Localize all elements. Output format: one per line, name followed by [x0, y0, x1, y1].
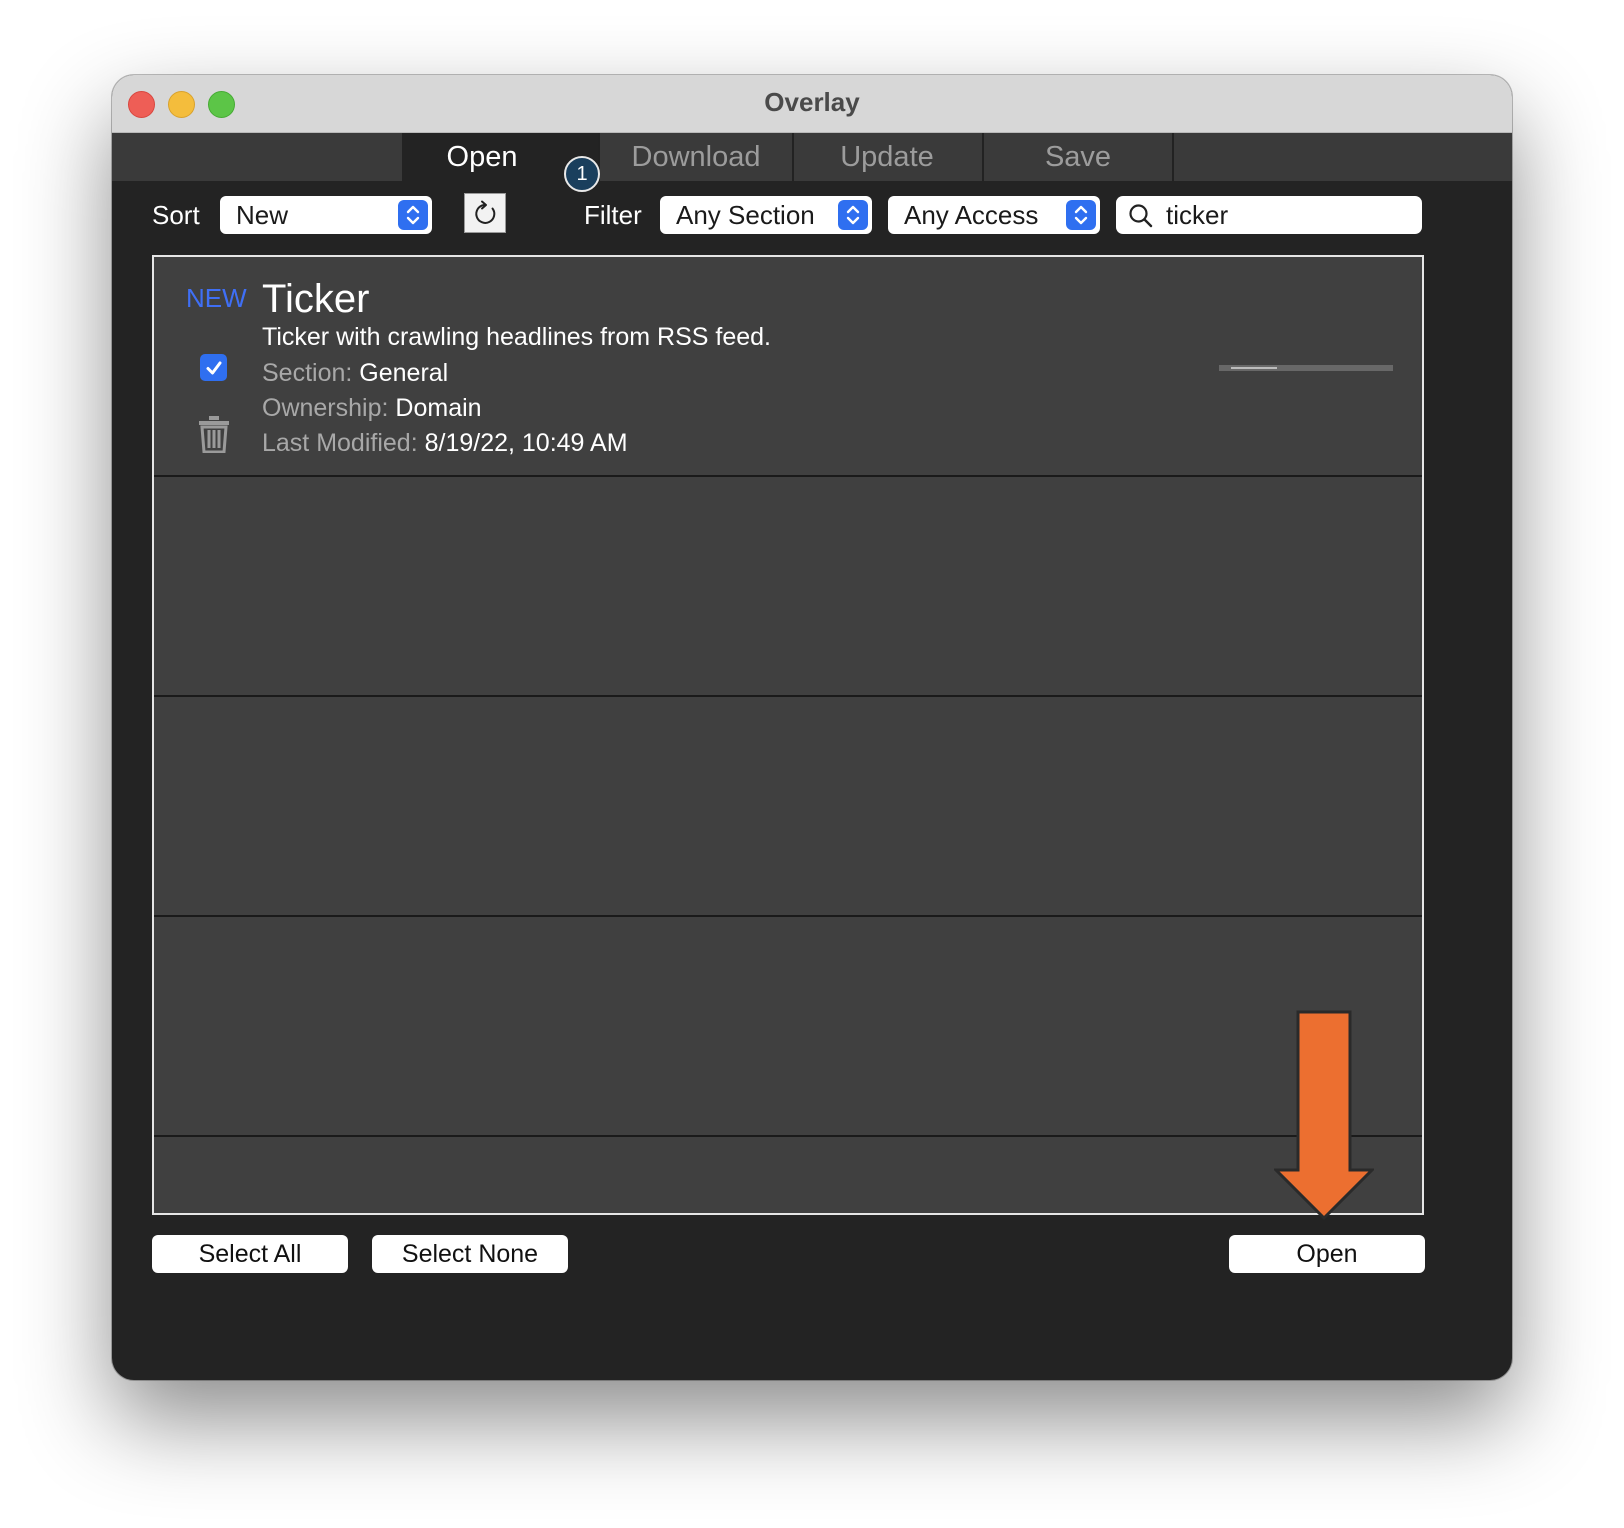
title-bar: Overlay — [112, 75, 1512, 133]
delete-button[interactable] — [198, 415, 230, 458]
section-filter-popup[interactable]: Any Section — [660, 196, 872, 234]
access-filter-value: Any Access — [904, 200, 1039, 230]
thumbnail-preview-line — [1231, 367, 1277, 369]
tab-count-badge: 1 — [564, 156, 600, 192]
sort-popup-value: New — [236, 200, 289, 230]
sort-label: Sort — [152, 200, 200, 230]
access-filter-popup[interactable]: Any Access — [888, 196, 1100, 234]
refresh-icon — [475, 200, 496, 224]
list-item-empty — [154, 697, 1422, 917]
search-input[interactable] — [1166, 196, 1406, 234]
filter-label: Filter — [584, 200, 642, 230]
tab-bar: Open Download Update Save — [112, 133, 1512, 181]
overlay-window: Overlay Open Download Update Save 1 Sort… — [112, 75, 1512, 1380]
open-button[interactable]: Open — [1229, 1235, 1425, 1273]
modified-value: 8/19/22, 10:49 AM — [424, 429, 628, 457]
item-description: Ticker with crawling headlines from RSS … — [262, 323, 771, 351]
tab-download[interactable]: Download — [598, 133, 794, 181]
chevron-up-down-icon — [838, 200, 868, 230]
sort-popup[interactable]: New — [220, 196, 432, 234]
new-badge: NEW — [186, 283, 247, 313]
overlay-list[interactable]: NEW Ticker Ticker with crawling headline… — [152, 255, 1424, 1215]
search-field[interactable] — [1116, 196, 1422, 234]
tab-update[interactable]: Update — [792, 133, 984, 181]
item-thumbnail — [1219, 365, 1393, 371]
tab-save[interactable]: Save — [984, 133, 1174, 181]
select-none-button[interactable]: Select None — [372, 1235, 568, 1273]
list-item[interactable]: NEW Ticker Ticker with crawling headline… — [154, 257, 1422, 477]
trash-icon — [199, 416, 229, 454]
chevron-up-down-icon — [1066, 200, 1096, 230]
search-icon — [1129, 204, 1153, 228]
window-title: Overlay — [764, 87, 860, 117]
item-checkbox[interactable] — [200, 354, 227, 381]
list-item-empty — [154, 917, 1422, 1137]
ownership-key: Ownership: — [262, 394, 389, 422]
item-ownership: Ownership: Domain — [262, 394, 482, 423]
section-value: General — [359, 359, 449, 387]
item-section: Section: General — [262, 359, 448, 388]
ownership-value: Domain — [395, 394, 482, 422]
modified-key: Last Modified: — [262, 429, 418, 457]
checkmark-icon — [206, 361, 221, 374]
list-item-empty — [154, 477, 1422, 697]
refresh-button[interactable] — [464, 193, 506, 233]
section-filter-value: Any Section — [676, 200, 815, 230]
item-last-modified: Last Modified: 8/19/22, 10:49 AM — [262, 429, 628, 458]
section-key: Section: — [262, 359, 353, 387]
select-all-button[interactable]: Select All — [152, 1235, 348, 1273]
chevron-up-down-icon — [398, 200, 428, 230]
item-title: Ticker — [262, 277, 370, 321]
orange-down-arrow — [1272, 1010, 1376, 1227]
